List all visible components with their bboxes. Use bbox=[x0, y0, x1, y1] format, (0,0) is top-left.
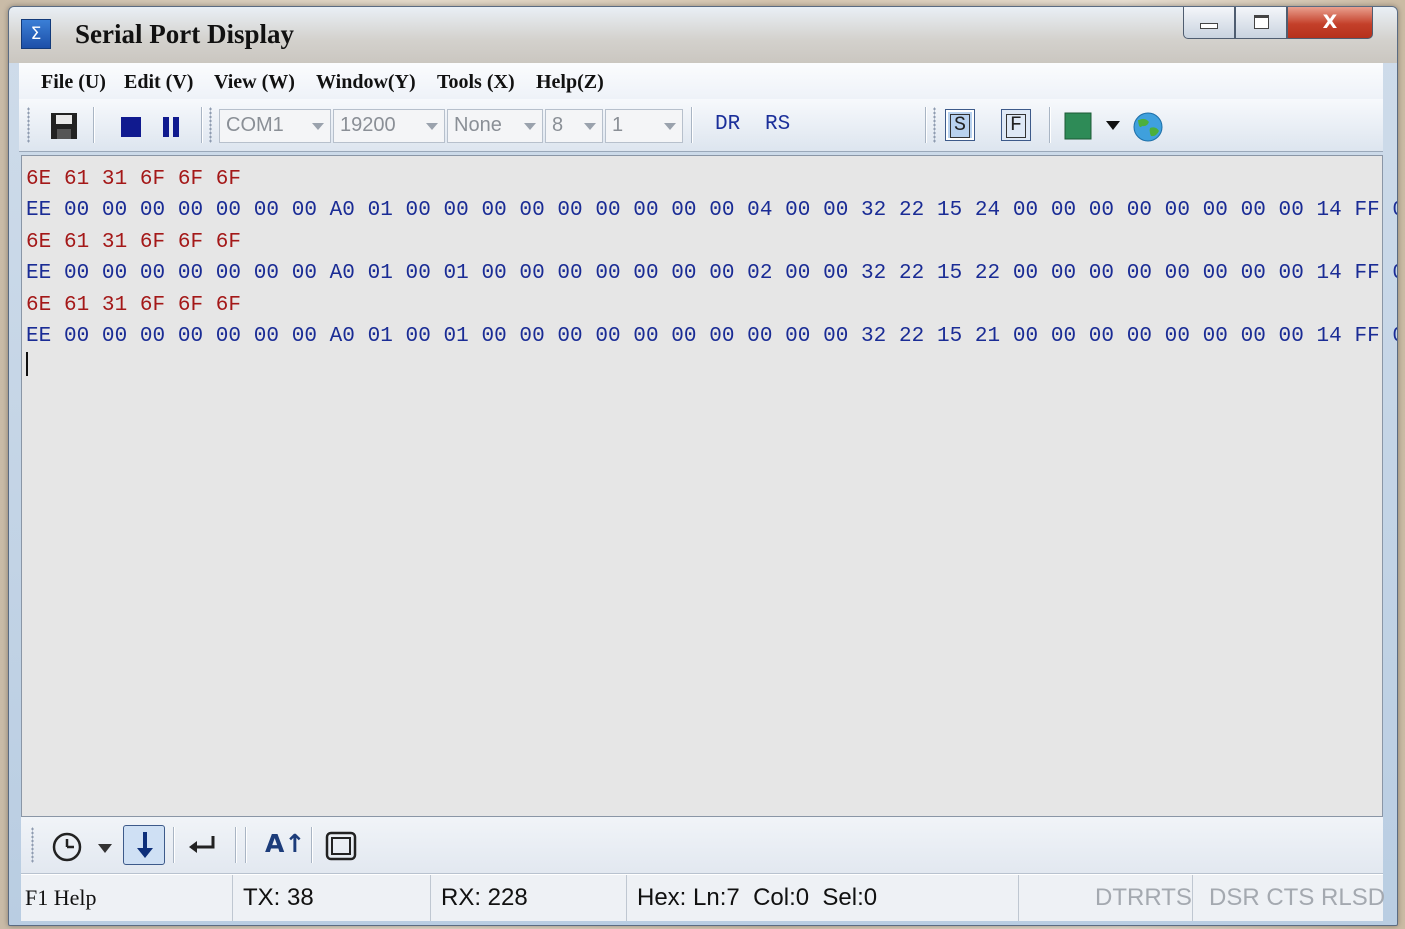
maximize-icon bbox=[1253, 15, 1269, 29]
main-toolbar: COM1 19200 None 8 1 DR RS S F bbox=[19, 99, 1383, 152]
toolbar-grip[interactable] bbox=[31, 827, 34, 863]
stopbits-value: 1 bbox=[612, 114, 624, 136]
toolbar-separator bbox=[311, 827, 313, 863]
mode-f-button[interactable]: F bbox=[1001, 109, 1031, 141]
port-select[interactable]: COM1 bbox=[219, 109, 331, 143]
status-rx-count: RX: 228 bbox=[431, 875, 627, 921]
toolbar-separator bbox=[201, 107, 203, 143]
mode-f-label: F bbox=[1006, 114, 1026, 138]
bottom-toolbar: A↑ bbox=[21, 817, 1383, 874]
color-icon[interactable] bbox=[1063, 111, 1093, 141]
menu-view[interactable]: View (W) bbox=[214, 71, 295, 94]
globe-icon[interactable] bbox=[1131, 110, 1165, 144]
minimize-icon bbox=[1200, 23, 1218, 29]
save-icon[interactable] bbox=[49, 111, 79, 141]
mode-s-button[interactable]: S bbox=[945, 109, 975, 141]
toolbar-separator bbox=[691, 107, 693, 143]
status-output-lines: DTRRTS bbox=[1095, 875, 1193, 921]
menu-file[interactable]: File (U) bbox=[41, 71, 106, 94]
signal-rs[interactable]: RS bbox=[765, 113, 790, 136]
baud-select[interactable]: 19200 bbox=[333, 109, 445, 143]
clock-icon[interactable] bbox=[51, 831, 83, 863]
menu-tools[interactable]: Tools (X) bbox=[437, 71, 515, 94]
parity-select[interactable]: None bbox=[447, 109, 543, 143]
window-title: Serial Port Display bbox=[75, 19, 294, 49]
autoscroll-down-icon bbox=[137, 832, 153, 858]
signal-dr[interactable]: DR bbox=[715, 113, 740, 136]
status-help: F1 Help bbox=[21, 875, 233, 921]
pause-icon[interactable] bbox=[159, 115, 183, 139]
toolbar-separator bbox=[93, 107, 95, 143]
toolbar-separator bbox=[1049, 107, 1051, 143]
databits-value: 8 bbox=[552, 114, 564, 136]
toolbar-separator bbox=[173, 827, 175, 863]
status-cursor-position: Hex: Ln:7 Col:0 Sel:0 bbox=[627, 875, 1019, 921]
menu-help[interactable]: Help(Z) bbox=[536, 71, 604, 94]
tx-line: 6E 61 31 6F 6F 6F bbox=[26, 231, 242, 254]
baud-value: 19200 bbox=[340, 114, 396, 136]
parity-value: None bbox=[454, 114, 502, 136]
newline-icon[interactable] bbox=[187, 833, 219, 859]
stop-icon[interactable] bbox=[119, 115, 143, 139]
close-icon: X bbox=[1322, 11, 1338, 33]
autoscroll-toggle[interactable] bbox=[123, 825, 165, 865]
dropdown-arrow-icon[interactable] bbox=[97, 843, 113, 855]
toolbar-separator bbox=[235, 827, 237, 863]
toolbar-grip[interactable] bbox=[933, 107, 936, 143]
status-bar: F1 Help TX: 38 RX: 228 Hex: Ln:7 Col:0 S… bbox=[21, 874, 1386, 921]
chevron-down-icon bbox=[584, 123, 596, 130]
rx-line: EE 00 00 00 00 00 00 00 A0 01 00 00 00 0… bbox=[26, 199, 1398, 222]
toolbar-separator bbox=[925, 107, 927, 143]
tx-line: 6E 61 31 6F 6F 6F bbox=[26, 168, 242, 191]
chevron-down-icon bbox=[312, 123, 324, 130]
font-size-icon[interactable]: A↑ bbox=[265, 829, 305, 858]
databits-select[interactable]: 8 bbox=[545, 109, 603, 143]
minimize-button[interactable] bbox=[1183, 7, 1235, 39]
mode-s-label: S bbox=[950, 114, 970, 138]
title-bar[interactable]: Σ Serial Port Display X bbox=[9, 7, 1397, 63]
stopbits-select[interactable]: 1 bbox=[605, 109, 683, 143]
dropdown-arrow-icon[interactable] bbox=[1105, 119, 1121, 133]
rx-line: EE 00 00 00 00 00 00 00 A0 01 00 01 00 0… bbox=[26, 325, 1398, 348]
chevron-down-icon bbox=[524, 123, 536, 130]
frame-icon[interactable] bbox=[325, 831, 357, 861]
chevron-down-icon bbox=[664, 123, 676, 130]
status-tx-count: TX: 38 bbox=[233, 875, 431, 921]
toolbar-grip[interactable] bbox=[27, 107, 30, 143]
app-sigma-icon[interactable]: Σ bbox=[21, 19, 51, 49]
menu-window[interactable]: Window(Y) bbox=[316, 71, 416, 94]
port-value: COM1 bbox=[226, 114, 284, 136]
toolbar-grip bbox=[209, 107, 212, 143]
chevron-down-icon bbox=[426, 123, 438, 130]
menu-bar: File (U) Edit (V) View (W) Window(Y) Too… bbox=[19, 63, 1383, 100]
app-window: Σ Serial Port Display X File (U) Edit (V… bbox=[8, 6, 1398, 926]
close-button[interactable]: X bbox=[1287, 7, 1373, 39]
maximize-button[interactable] bbox=[1235, 7, 1287, 39]
rx-line: EE 00 00 00 00 00 00 00 A0 01 00 01 00 0… bbox=[26, 262, 1398, 285]
menu-edit[interactable]: Edit (V) bbox=[124, 71, 193, 94]
toolbar-separator bbox=[245, 827, 247, 863]
status-input-lines: DSR CTS RLSD bbox=[1209, 884, 1386, 911]
text-caret bbox=[26, 352, 28, 376]
serial-data-display[interactable]: 6E 61 31 6F 6F 6F EE 00 00 00 00 00 00 0… bbox=[21, 155, 1397, 817]
tx-line: 6E 61 31 6F 6F 6F bbox=[26, 294, 242, 317]
